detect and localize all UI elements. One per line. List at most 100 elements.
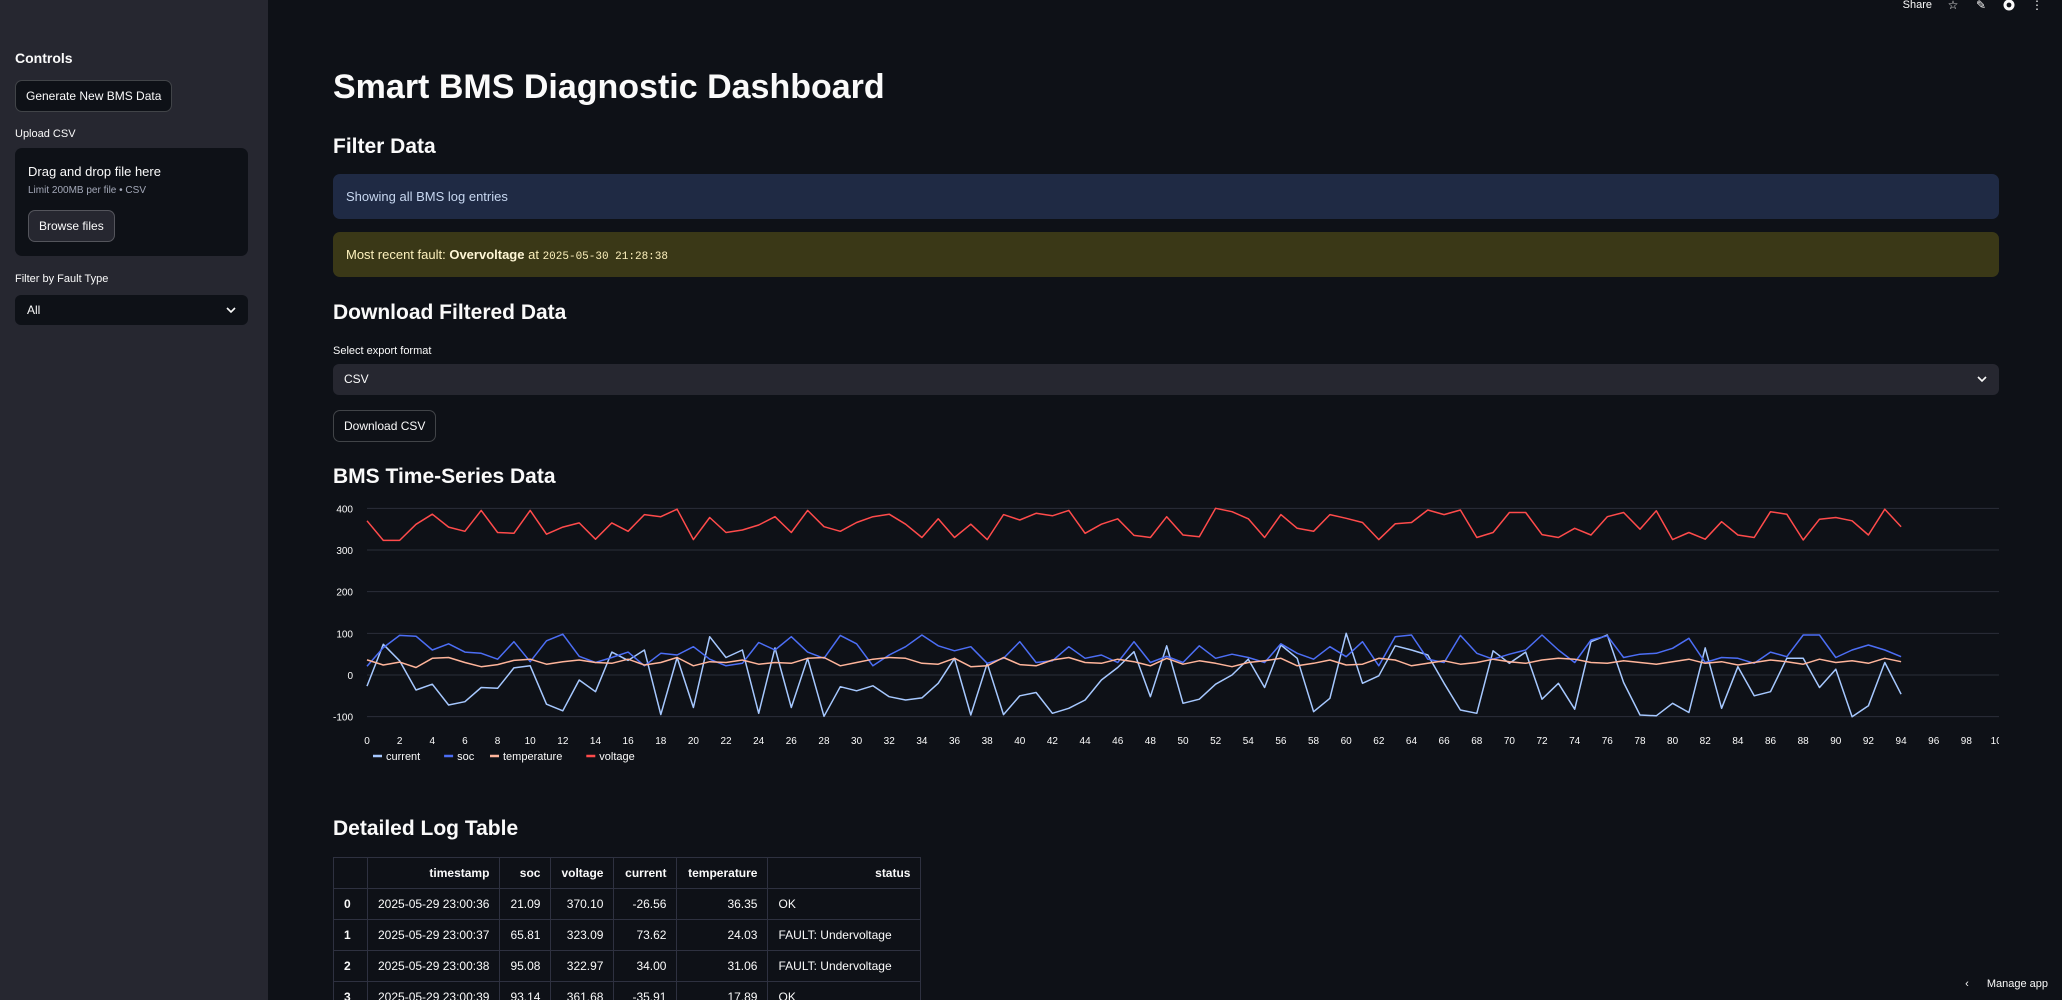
- upload-limit-text: Limit 200MB per file • CSV: [28, 185, 146, 196]
- col-temperature[interactable]: temperature: [676, 857, 769, 889]
- cell-status: OK: [767, 888, 922, 920]
- warn-mid: at: [524, 247, 543, 262]
- x-tick-label: 66: [1439, 736, 1451, 747]
- upload-dropzone-text: Drag and drop file here: [28, 164, 161, 179]
- app-toolbar: Share ☆ ✎ ⋮: [1903, 0, 2044, 12]
- page-title: Smart BMS Diagnostic Dashboard: [333, 68, 885, 106]
- cell-index: 0: [333, 888, 368, 920]
- col-status[interactable]: status: [767, 857, 922, 889]
- legend-label-temperature: temperature: [503, 751, 562, 763]
- x-tick-label: 2: [397, 736, 403, 747]
- fault-type-value: All: [27, 303, 41, 317]
- share-button[interactable]: Share: [1903, 0, 1932, 11]
- x-tick-label: 0: [364, 736, 370, 747]
- table-row: 2 2025-05-29 23:00:38 95.08 322.97 34.00 31.0…: [333, 950, 922, 982]
- cell-status: OK: [767, 981, 922, 1000]
- series-line-temperature: [366, 656, 1902, 669]
- col-current[interactable]: current: [613, 857, 678, 889]
- cell-temperature: 17.89: [676, 981, 769, 1000]
- cell-timestamp: 2025-05-29 23:00:38: [366, 950, 501, 982]
- cell-temperature: 31.06: [676, 950, 769, 982]
- warn-timestamp: 2025-05-30 21:28:38: [542, 251, 668, 263]
- manage-app-label: Manage app: [1986, 978, 2048, 990]
- legend-label-soc: soc: [457, 751, 475, 763]
- x-tick-label: 98: [1961, 736, 1973, 747]
- cell-voltage: 322.97: [550, 950, 615, 982]
- x-tick-label: 12: [557, 736, 569, 747]
- chevron-down-icon: [1977, 364, 1987, 408]
- x-tick-label: 100: [1991, 736, 1999, 747]
- edit-icon[interactable]: ✎: [1974, 0, 1988, 12]
- x-tick-label: 30: [851, 736, 863, 747]
- x-tick-label: 10: [525, 736, 537, 747]
- cell-current: -35.91: [613, 981, 678, 1000]
- x-tick-label: 64: [1406, 736, 1418, 747]
- time-series-chart[interactable]: 400 300 200 100 0 -100 0 2 4 6 8 10 12 14 16 18 20 22 24 26…: [333, 500, 1999, 775]
- cell-index: 2: [333, 950, 368, 982]
- sidebar-title: Controls: [15, 50, 73, 66]
- generate-data-button[interactable]: Generate New BMS Data: [15, 80, 173, 112]
- sidebar: Controls Generate New BMS Data Upload CS…: [0, 0, 268, 1000]
- table-row: 3 2025-05-29 23:00:39 93.14 361.68 -35.91 17.…: [333, 981, 922, 1000]
- warn-fault-type: Overvoltage: [449, 247, 525, 262]
- download-heading: Download Filtered Data: [333, 301, 567, 324]
- cell-status: FAULT: Undervoltage: [767, 950, 922, 982]
- x-tick-label: 20: [688, 736, 700, 747]
- upload-label: Upload CSV: [15, 128, 76, 140]
- x-tick-label: 24: [753, 736, 765, 747]
- x-tick-label: 18: [655, 736, 667, 747]
- fault-type-select[interactable]: All: [15, 295, 248, 325]
- file-uploader[interactable]: Drag and drop file here Limit 200MB per …: [15, 148, 248, 256]
- y-tick-label: 400: [336, 504, 353, 515]
- cell-soc: 21.09: [499, 888, 552, 920]
- chevron-down-icon: [226, 295, 236, 338]
- x-tick-label: 94: [1896, 736, 1908, 747]
- cell-voltage: 323.09: [550, 919, 615, 951]
- x-tick-label: 28: [818, 736, 830, 747]
- table-header-row: timestamp soc voltage current temperatur…: [333, 857, 922, 889]
- y-tick-label: 200: [336, 588, 353, 599]
- cell-temperature: 24.03: [676, 919, 769, 951]
- col-timestamp[interactable]: timestamp: [366, 857, 501, 889]
- cell-current: -26.56: [613, 888, 678, 920]
- x-tick-label: 42: [1047, 736, 1059, 747]
- star-icon[interactable]: ☆: [1946, 0, 1960, 12]
- chart-heading: BMS Time-Series Data: [333, 465, 556, 488]
- manage-app-button[interactable]: ‹ Manage app: [1965, 978, 2048, 990]
- x-tick-label: 76: [1602, 736, 1614, 747]
- x-tick-label: 8: [495, 736, 501, 747]
- x-tick-label: 80: [1667, 736, 1679, 747]
- github-icon[interactable]: [2002, 0, 2016, 12]
- x-tick-label: 22: [720, 736, 732, 747]
- cell-temperature: 36.35: [676, 888, 769, 920]
- info-alert: Showing all BMS log entries: [333, 174, 1999, 219]
- x-tick-label: 84: [1732, 736, 1744, 747]
- x-tick-label: 32: [884, 736, 896, 747]
- export-format-select[interactable]: CSV: [333, 364, 1999, 395]
- x-tick-label: 82: [1700, 736, 1712, 747]
- more-menu-icon[interactable]: ⋮: [2030, 0, 2044, 12]
- y-tick-label: 0: [347, 671, 353, 682]
- x-tick-label: 34: [916, 736, 928, 747]
- log-table: timestamp soc voltage current temperatur…: [333, 857, 922, 1000]
- cell-current: 73.62: [613, 919, 678, 951]
- info-text: Showing all BMS log entries: [346, 189, 508, 204]
- x-tick-label: 70: [1504, 736, 1516, 747]
- col-soc[interactable]: soc: [499, 857, 552, 889]
- cell-soc: 95.08: [499, 950, 552, 982]
- x-tick-label: 14: [590, 736, 602, 747]
- fault-warning-alert: Most recent fault: Overvoltage at 2025-0…: [333, 232, 1999, 277]
- time-series-chart-svg: 4003002001000-1000 2 4 6 8 10 12 14 16 18 20 22 24 26…: [333, 504, 1999, 763]
- table-heading: Detailed Log Table: [333, 817, 519, 840]
- col-voltage[interactable]: voltage: [550, 857, 615, 889]
- x-tick-label: 26: [786, 736, 798, 747]
- cell-soc: 93.14: [499, 981, 552, 1000]
- x-tick-label: 74: [1569, 736, 1581, 747]
- x-tick-label: 72: [1536, 736, 1548, 747]
- cell-timestamp: 2025-05-29 23:00:39: [366, 981, 501, 1000]
- browse-files-button[interactable]: Browse files: [28, 210, 115, 242]
- download-csv-button[interactable]: Download CSV: [333, 410, 437, 442]
- filter-heading: Filter Data: [333, 135, 436, 158]
- x-tick-label: 54: [1243, 736, 1255, 747]
- col-index[interactable]: [333, 857, 368, 889]
